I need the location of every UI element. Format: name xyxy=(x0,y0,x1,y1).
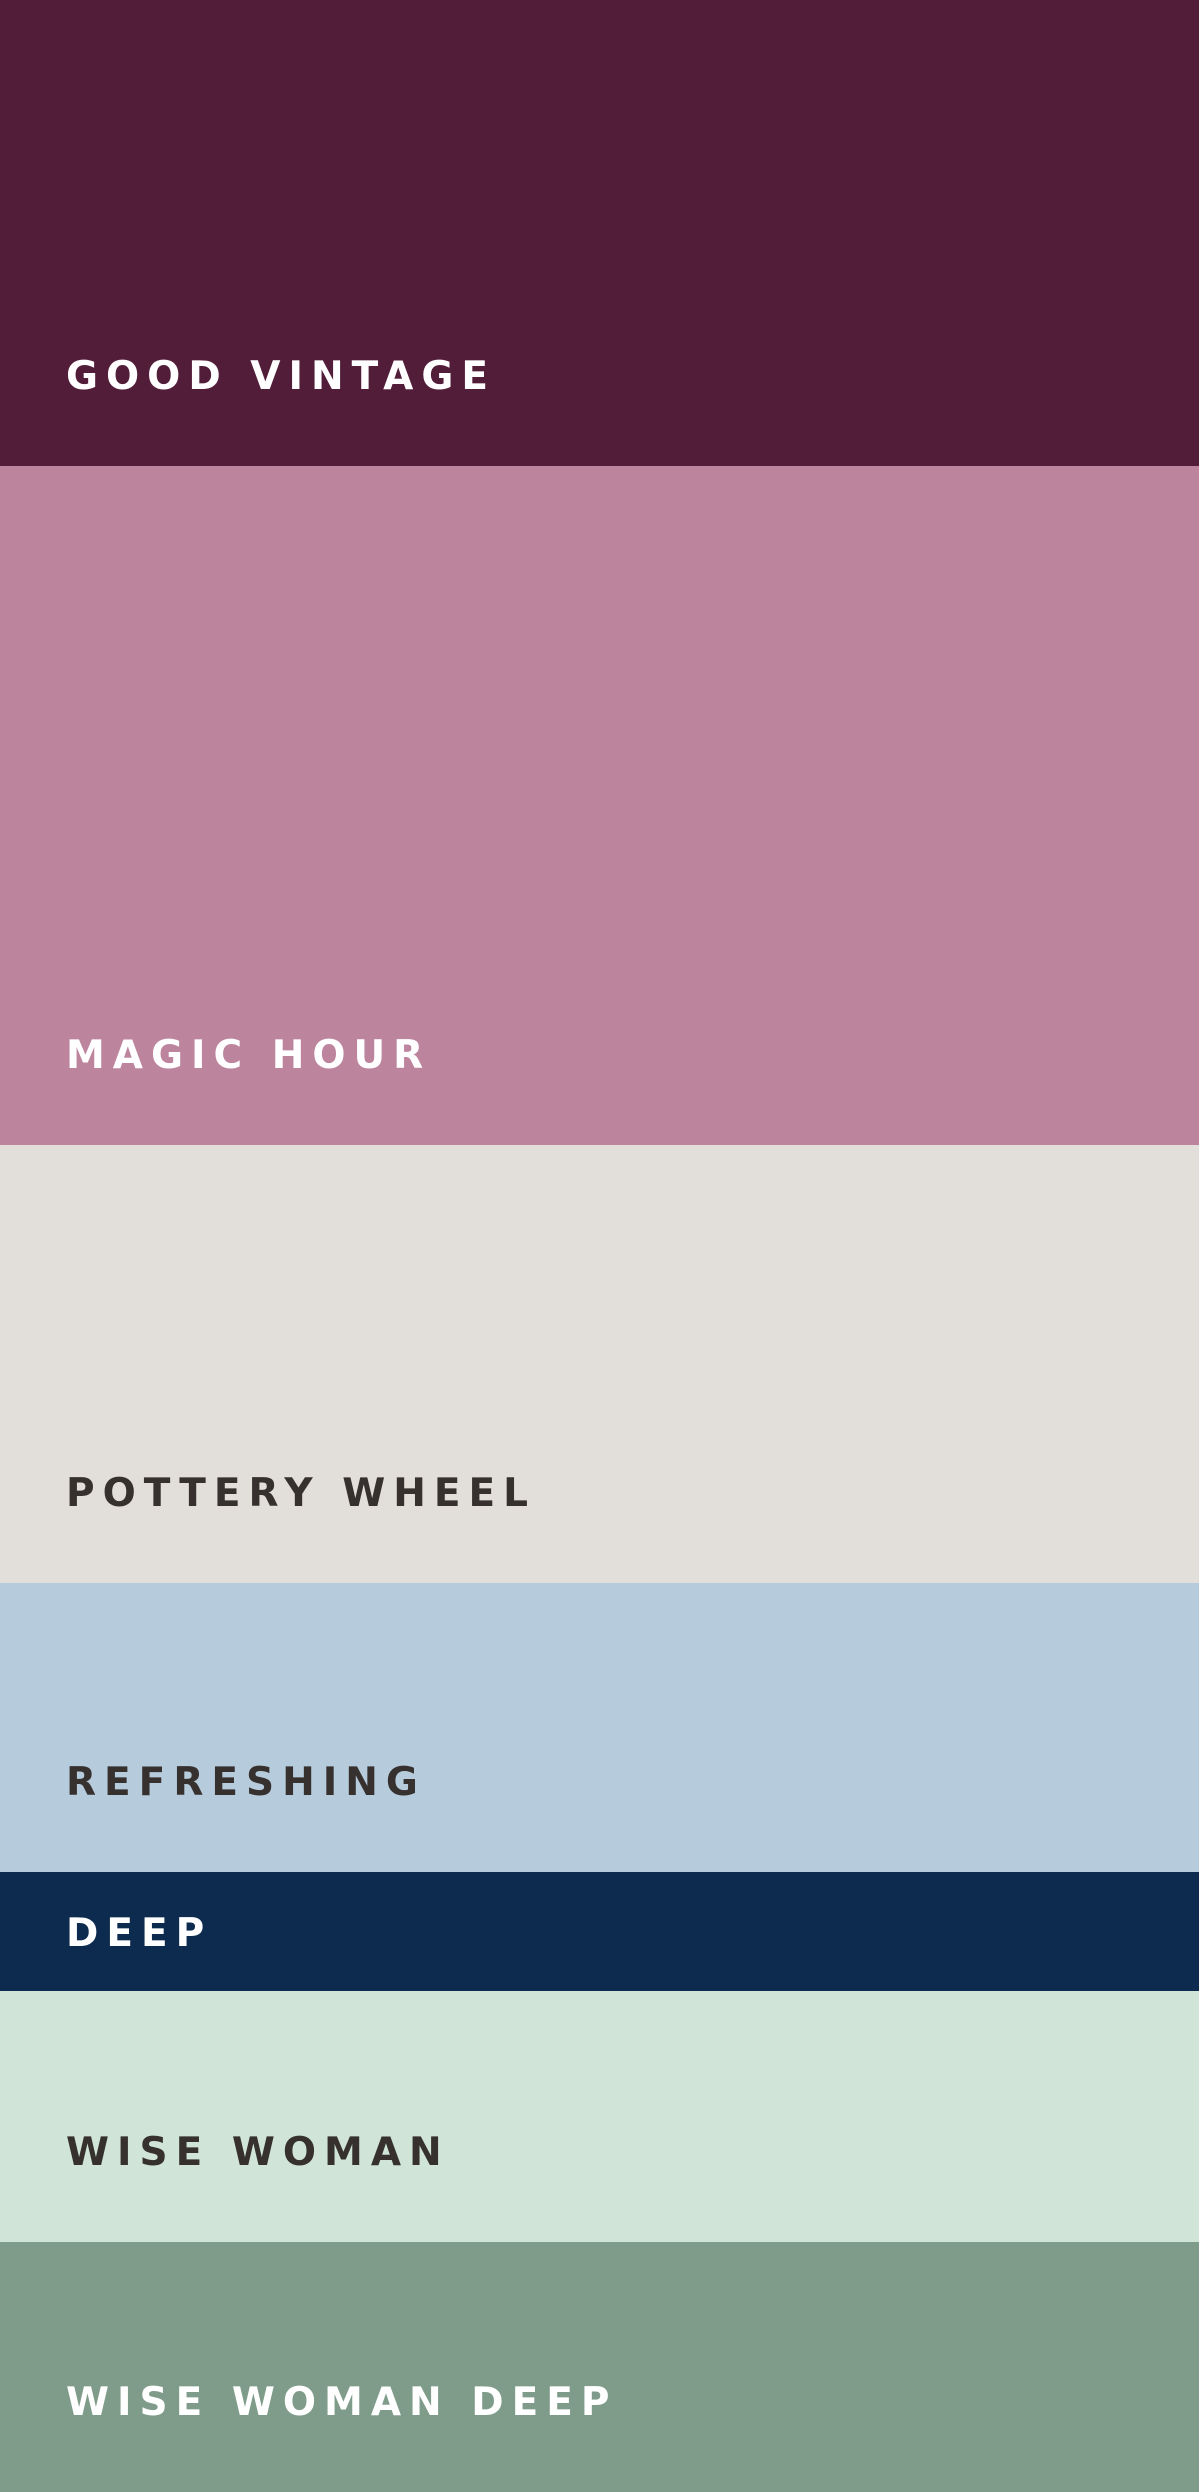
swatch-deep: DEEP xyxy=(0,1872,1199,1991)
swatch-label: WISE WOMAN xyxy=(66,2130,450,2175)
swatch-label: REFRESHING xyxy=(66,1760,426,1805)
swatch-label: WISE WOMAN DEEP xyxy=(66,2380,618,2425)
swatch-magic-hour: MAGIC HOUR xyxy=(0,466,1199,1145)
swatch-label: DEEP xyxy=(66,1911,213,1956)
color-palette: GOOD VINTAGE MAGIC HOUR POTTERY WHEEL RE… xyxy=(0,0,1199,2492)
swatch-label: GOOD VINTAGE xyxy=(66,354,497,399)
swatch-good-vintage: GOOD VINTAGE xyxy=(0,0,1199,466)
swatch-pottery-wheel: POTTERY WHEEL xyxy=(0,1145,1199,1583)
swatch-wise-woman-deep: WISE WOMAN DEEP xyxy=(0,2242,1199,2492)
swatch-wise-woman: WISE WOMAN xyxy=(0,1991,1199,2242)
swatch-label: POTTERY WHEEL xyxy=(66,1471,536,1516)
swatch-label: MAGIC HOUR xyxy=(66,1033,432,1078)
swatch-refreshing: REFRESHING xyxy=(0,1583,1199,1872)
